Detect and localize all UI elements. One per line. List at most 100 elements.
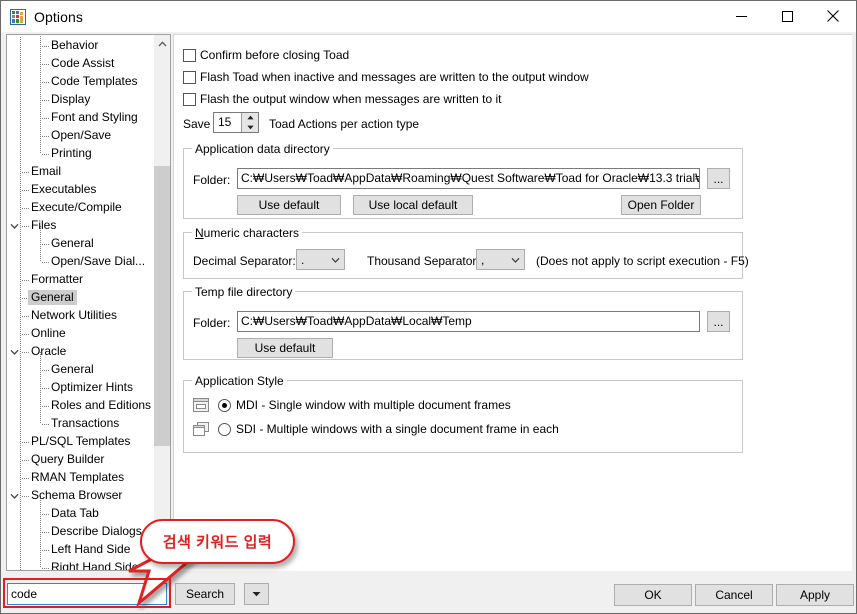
tree-item-optimizer-hints[interactable]: Optimizer Hints (7, 379, 155, 397)
minimize-icon (735, 15, 747, 17)
scroll-up-button[interactable] (154, 35, 170, 52)
tree-vertical-scrollbar[interactable] (154, 35, 170, 570)
tree-item-label: Code Assist (51, 56, 115, 70)
group-legend: Application Style (192, 374, 287, 388)
group-legend: Application data directory (192, 142, 333, 156)
tree-expander-chevron-down-icon[interactable] (9, 490, 20, 501)
tree-item-label: Schema Browser (31, 488, 123, 502)
checkbox-box[interactable] (183, 92, 196, 106)
apply-button[interactable]: Apply (776, 584, 854, 606)
decimal-separator-select[interactable]: . (296, 249, 345, 270)
group-legend-rest: umeric characters (203, 226, 300, 240)
radio-sdi-row[interactable]: SDI - Multiple windows with a single doc… (193, 422, 559, 436)
tree-item-pl-sql-templates[interactable]: PL/SQL Templates (7, 433, 155, 451)
radio-mdi[interactable] (218, 398, 231, 412)
options-category-tree[interactable]: Behavior Code Assist Code Templates Display… (6, 34, 171, 571)
app-data-use-local-default-button[interactable]: Use local default (353, 195, 473, 215)
tree-item-schema-browser[interactable]: Schema Browser (7, 487, 155, 505)
tree-item-font-and-styling[interactable]: Font and Styling (7, 109, 155, 127)
save-actions-stepper[interactable]: 15 (213, 112, 259, 133)
open-folder-button[interactable]: Open Folder (621, 195, 701, 215)
checkbox-box[interactable] (183, 48, 196, 62)
tree-item-display[interactable]: Display (7, 91, 155, 109)
temp-file-directory-group: Temp file directory Folder: C:₩Users₩Toa… (183, 285, 743, 360)
stepper-buttons[interactable] (241, 113, 258, 132)
radio-sdi[interactable] (218, 422, 231, 436)
tree-item-data-tab[interactable]: Data Tab (7, 505, 155, 523)
multi-window-icon (193, 422, 209, 436)
save-actions-value[interactable]: 15 (214, 113, 241, 132)
radio-mdi-row[interactable]: MDI - Single window with multiple docume… (193, 398, 511, 412)
tree-item-query-builder[interactable]: Query Builder (7, 451, 155, 469)
checkbox-box[interactable] (183, 70, 196, 84)
cancel-button[interactable]: Cancel (695, 584, 773, 606)
close-button[interactable] (810, 1, 856, 31)
chevron-down-icon (327, 257, 344, 263)
checkbox-confirm-before-closing[interactable]: Confirm before closing Toad (183, 48, 349, 62)
tree-item-rman-templates[interactable]: RMAN Templates (7, 469, 155, 487)
stepper-up-button[interactable] (242, 113, 258, 123)
tree-item-open-save[interactable]: Open/Save (7, 127, 155, 145)
maximize-button[interactable] (764, 1, 810, 31)
save-actions-suffix-label: Toad Actions per action type (269, 117, 420, 131)
tree-item-open-save-dial[interactable]: Open/Save Dial... (7, 253, 155, 271)
checkbox-flash-output-window[interactable]: Flash the output window when messages ar… (183, 92, 502, 106)
tree-item-label: General (51, 236, 94, 250)
minimize-button[interactable] (718, 1, 764, 31)
tree-expander-chevron-down-icon[interactable] (9, 220, 20, 231)
tree-item-online[interactable]: Online (7, 325, 155, 343)
tree-item-general[interactable]: General (7, 361, 155, 379)
tree-item-label: Describe Dialogs (51, 524, 142, 538)
tree-item-code-assist[interactable]: Code Assist (7, 55, 155, 73)
thousand-separator-select[interactable]: , (476, 249, 525, 270)
temp-browse-button[interactable]: ... (707, 311, 730, 332)
tree-item-general[interactable]: General (7, 289, 155, 307)
tree-item-label: PL/SQL Templates (31, 434, 131, 448)
spinner-up-icon (246, 115, 254, 120)
temp-use-default-button[interactable]: Use default (237, 338, 333, 358)
group-legend: Numeric characters (192, 226, 303, 240)
tree-item-execute-compile[interactable]: Execute/Compile (7, 199, 155, 217)
tree-scrollbar-thumb[interactable] (154, 166, 170, 446)
tree-item-files[interactable]: Files (7, 217, 155, 235)
checkbox-flash-toad-inactive[interactable]: Flash Toad when inactive and messages ar… (183, 70, 589, 84)
chevron-up-icon (158, 40, 166, 46)
app-data-browse-button[interactable]: ... (707, 168, 730, 189)
tree-item-general[interactable]: General (7, 235, 155, 253)
tree-item-label: Font and Styling (51, 110, 138, 124)
numeric-note: (Does not apply to script execution - F5… (536, 254, 749, 268)
tree-item-describe-dialogs[interactable]: Describe Dialogs (7, 523, 155, 541)
tree-item-behavior[interactable]: Behavior (7, 37, 155, 55)
tree-item-transactions[interactable]: Transactions (7, 415, 155, 433)
tree-item-email[interactable]: Email (7, 163, 155, 181)
tree-item-roles-and-editions[interactable]: Roles and Editions (7, 397, 155, 415)
tree-item-label: Transactions (51, 416, 120, 430)
tree-expander-chevron-down-icon[interactable] (9, 346, 20, 357)
tree-item-oracle[interactable]: Oracle (7, 343, 155, 361)
app-data-use-default-button[interactable]: Use default (237, 195, 341, 215)
search-options-dropdown-button[interactable] (244, 583, 269, 605)
general-options-panel: Confirm before closing Toad Flash Toad w… (173, 34, 852, 571)
tree-item-label: Open/Save (51, 128, 112, 142)
temp-folder-input[interactable]: C:₩Users₩Toad₩AppData₩Local₩Temp (237, 311, 700, 332)
numeric-characters-group: Numeric characters Decimal Separator: . … (183, 226, 749, 279)
tree-item-label: Data Tab (51, 506, 99, 520)
tree-item-label: Display (51, 92, 91, 106)
single-window-icon (193, 398, 209, 412)
tree-item-label: Roles and Editions (51, 398, 152, 412)
title-bar: Options (1, 1, 856, 32)
folder-label: Folder: (193, 173, 231, 187)
tree-item-formatter[interactable]: Formatter (7, 271, 155, 289)
window-controls (718, 1, 856, 31)
radio-mdi-label: MDI - Single window with multiple docume… (236, 398, 511, 412)
stepper-down-button[interactable] (242, 123, 258, 133)
tree-item-executables[interactable]: Executables (7, 181, 155, 199)
radio-sdi-label: SDI - Multiple windows with a single doc… (236, 422, 559, 436)
tree-item-network-utilities[interactable]: Network Utilities (7, 307, 155, 325)
chevron-down-icon (507, 257, 524, 263)
app-data-folder-input[interactable]: C:₩Users₩Toad₩AppData₩Roaming₩Quest Soft… (237, 168, 700, 189)
tree-item-printing[interactable]: Printing (7, 145, 155, 163)
tree-item-label: Optimizer Hints (51, 380, 134, 394)
tree-item-code-templates[interactable]: Code Templates (7, 73, 155, 91)
ok-button[interactable]: OK (614, 584, 692, 606)
